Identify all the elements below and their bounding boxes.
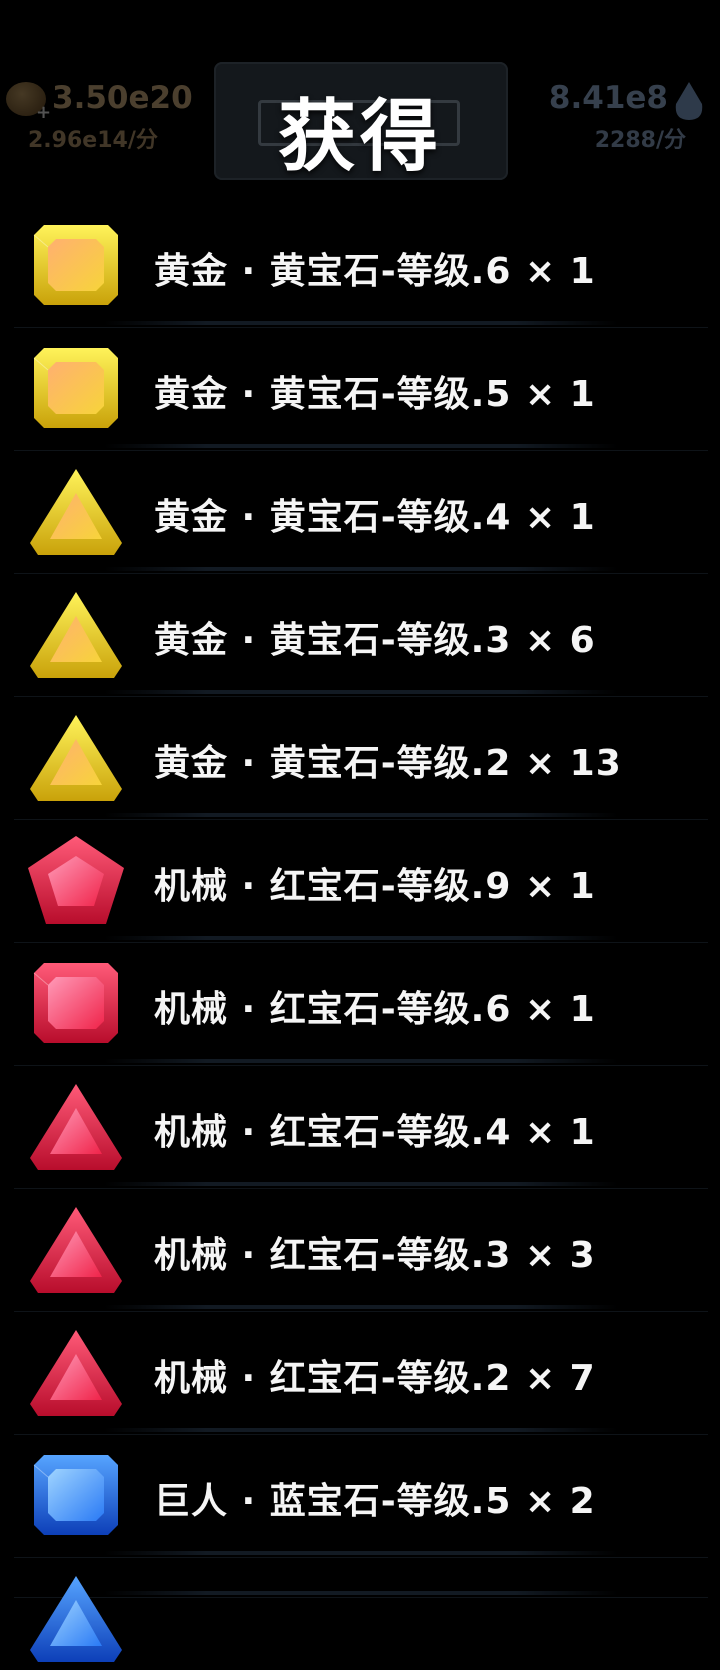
- red-triangle-gem-icon: [26, 1201, 126, 1297]
- reward-row: 机械 · 红宝石-等级.4 × 1: [14, 1066, 708, 1189]
- reward-label: 黄金 · 黄宝石-等级.6 × 1: [154, 251, 596, 292]
- reward-row: 机械 · 红宝石-等级.6 × 1: [14, 943, 708, 1066]
- reward-row-partial: [14, 1558, 708, 1662]
- reward-label: 黄金 · 黄宝石-等级.5 × 1: [154, 374, 596, 415]
- red-square-gem-icon: [26, 955, 126, 1051]
- yellow-square-gem-icon: [26, 340, 126, 436]
- reward-label: 巨人 · 蓝宝石-等级.5 × 2: [154, 1481, 596, 1522]
- reward-row: 黄金 · 黄宝石-等级.5 × 1: [14, 328, 708, 451]
- reward-row: 巨人 · 蓝宝石-等级.5 × 2: [14, 1435, 708, 1558]
- yellow-triangle-gem-icon: [26, 463, 126, 559]
- reward-label: 机械 · 红宝石-等级.9 × 1: [154, 866, 596, 907]
- reward-list[interactable]: 黄金 · 黄宝石-等级.6 × 1 黄金 · 黄宝石-等级.5 × 1 黄金 · 黄…: [14, 205, 708, 1662]
- yellow-square-gem-icon: [26, 217, 126, 313]
- reward-title: 获得: [277, 92, 442, 182]
- reward-row: 黄金 · 黄宝石-等级.4 × 1: [14, 451, 708, 574]
- reward-row: 机械 · 红宝石-等级.9 × 1: [14, 820, 708, 943]
- yellow-triangle-gem-icon: [26, 586, 126, 682]
- reward-row: 黄金 · 黄宝石-等级.3 × 6: [14, 574, 708, 697]
- reward-label: 机械 · 红宝石-等级.2 × 7: [154, 1358, 596, 1399]
- blue-triangle-gem-icon: [26, 1570, 126, 1666]
- reward-label: 机械 · 红宝石-等级.6 × 1: [154, 989, 596, 1030]
- reward-label: 黄金 · 黄宝石-等级.3 × 6: [154, 620, 596, 661]
- reward-label: 机械 · 红宝石-等级.4 × 1: [154, 1112, 596, 1153]
- red-pentagon-gem-icon: [26, 832, 126, 928]
- reward-label: 机械 · 红宝石-等级.3 × 3: [154, 1235, 596, 1276]
- reward-row: 黄金 · 黄宝石-等级.6 × 1: [14, 205, 708, 328]
- reward-label: 黄金 · 黄宝石-等级.4 × 1: [154, 497, 596, 538]
- reward-row: 机械 · 红宝石-等级.2 × 7: [14, 1312, 708, 1435]
- red-triangle-gem-icon: [26, 1078, 126, 1174]
- reward-row: 黄金 · 黄宝石-等级.2 × 13: [14, 697, 708, 820]
- red-triangle-gem-icon: [26, 1324, 126, 1420]
- reward-label: 黄金 · 黄宝石-等级.2 × 13: [154, 743, 622, 784]
- yellow-triangle-gem-icon: [26, 709, 126, 805]
- blue-square-gem-icon: [26, 1447, 126, 1543]
- reward-row: 机械 · 红宝石-等级.3 × 3: [14, 1189, 708, 1312]
